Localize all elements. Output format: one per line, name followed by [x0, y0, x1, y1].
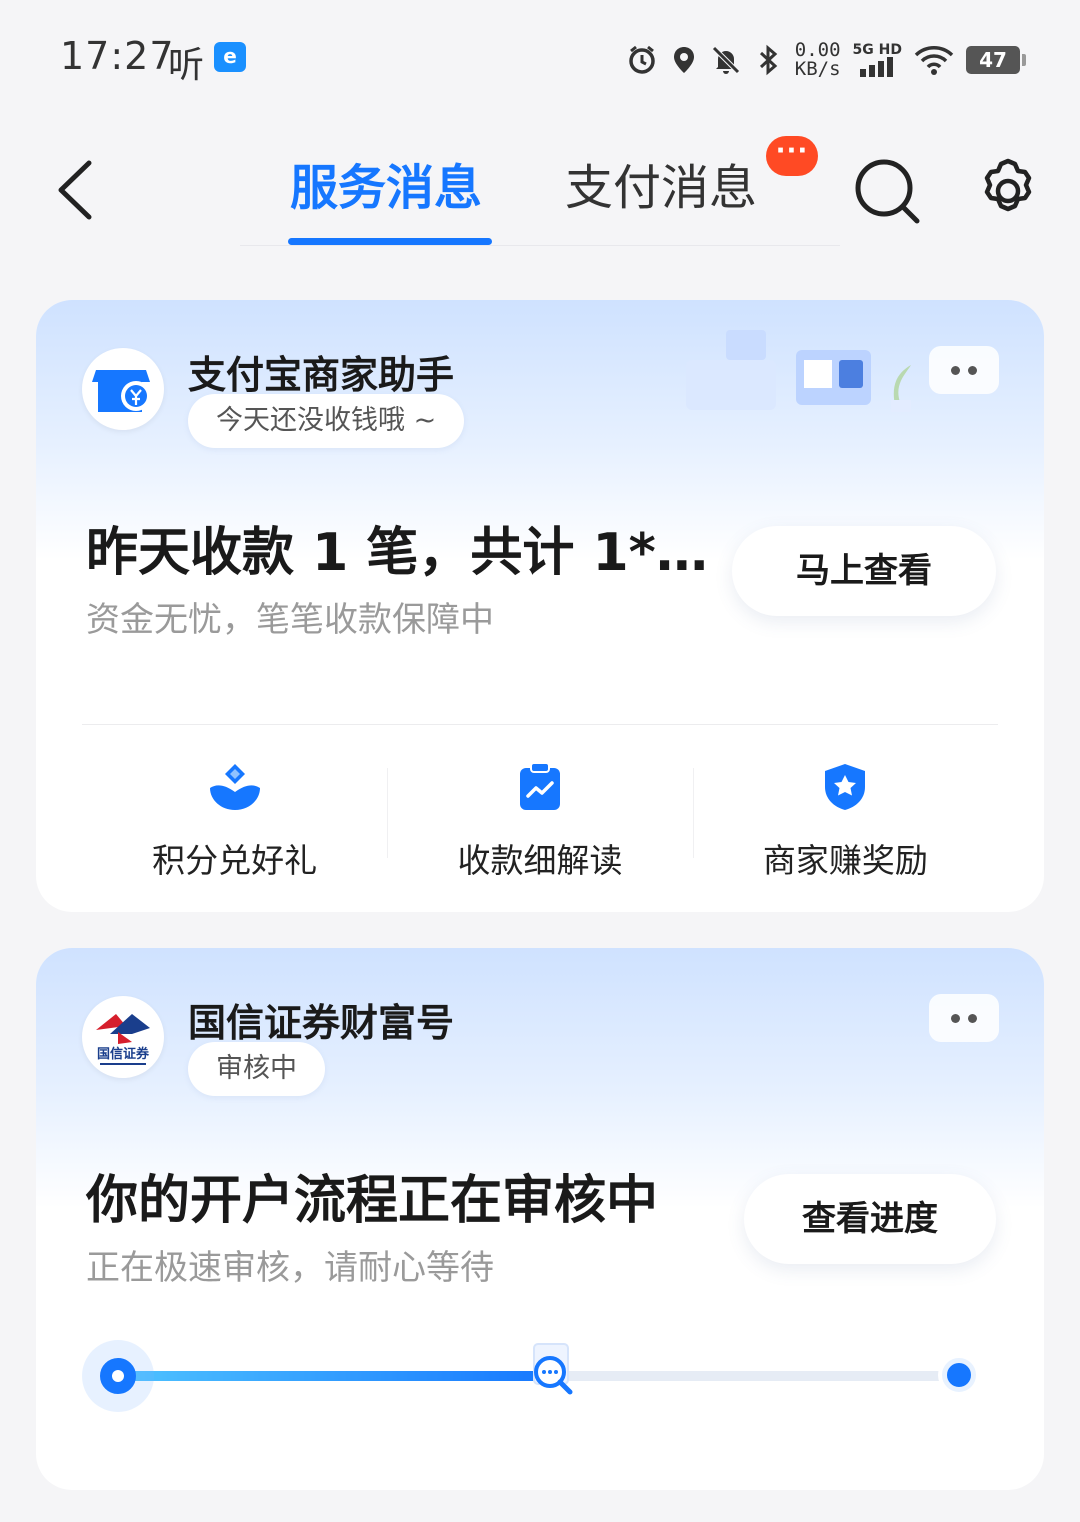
listen-indicator: 听: [168, 45, 205, 86]
more-dot: [968, 365, 977, 375]
card-divider: [82, 724, 998, 725]
card-title: 国信证券财富号: [188, 1001, 455, 1045]
shortcut-label: 收款细解读: [457, 841, 623, 880]
tab-service-messages[interactable]: 服务消息: [290, 148, 482, 218]
card-subline: 正在极速审核，请耐心等待: [86, 1248, 494, 1288]
review-progress-bar: [82, 1336, 998, 1416]
gear-icon: [984, 158, 1032, 212]
more-dot: [968, 1013, 977, 1023]
svg-text:国信证券: 国信证券: [97, 1046, 150, 1062]
location-icon: [669, 45, 699, 75]
bluetooth-icon: [753, 44, 783, 76]
signal-group: 5G HD: [853, 43, 902, 77]
status-bar: 17:27 听 e 0.00 KB/s 5G HD 47: [0, 0, 1080, 110]
more-options-button[interactable]: [929, 994, 999, 1042]
progress-end-node: [942, 1358, 976, 1392]
search-button[interactable]: [852, 156, 922, 226]
signal-icon: [860, 57, 894, 77]
progress-start-dot: [100, 1358, 136, 1394]
card-tag: 审核中: [188, 1042, 325, 1096]
tab-payment-messages[interactable]: 支付消息: [565, 148, 757, 218]
battery-icon: 47: [966, 46, 1026, 74]
wifi-icon: [914, 45, 954, 75]
merchant-assistant-avatar: [82, 348, 164, 430]
card-title: 支付宝商家助手: [188, 353, 455, 397]
more-dot: [951, 365, 960, 375]
review-search-icon: [533, 1343, 573, 1395]
header: 服务消息 支付消息 ···: [0, 120, 1080, 260]
net-speed: 0.00 KB/s: [795, 41, 841, 79]
shortcut-label: 积分兑好礼: [152, 841, 318, 880]
more-options-button[interactable]: [929, 346, 999, 394]
card-headline: 你的开户流程正在审核中: [86, 1171, 659, 1231]
shortcut-row: 积分兑好礼 收款细解读 商家赚奖励: [82, 740, 998, 880]
shop-yuan-icon: [92, 370, 151, 412]
guosen-securities-card[interactable]: 国信证券 国信证券财富号 审核中 你的开户流程正在审核中 正在极速审核，请耐心等…: [36, 948, 1044, 1490]
guosen-logo-icon: 国信证券: [96, 1014, 150, 1065]
star-shield-icon: [818, 762, 872, 812]
cashier-illustration: [686, 330, 911, 412]
search-icon: [855, 159, 920, 224]
active-tab-indicator: [288, 238, 492, 245]
view-now-button[interactable]: 马上查看: [732, 526, 996, 616]
back-arrow-icon: [58, 160, 92, 220]
status-icons: 0.00 KB/s 5G HD 47: [627, 38, 1026, 82]
gift-icon: [208, 762, 262, 812]
net-speed-unit: KB/s: [794, 58, 841, 80]
more-dot: [951, 1013, 960, 1023]
progress-start-node: [82, 1340, 154, 1412]
card-subline: 资金无忧，笔笔收款保障中: [86, 600, 494, 640]
tab-divider: [240, 245, 840, 246]
payment-messages-badge: ···: [766, 136, 818, 176]
shortcut-payment-analysis[interactable]: 收款细解读: [387, 740, 692, 880]
app-notification-icon: e: [214, 42, 246, 72]
network-type: 5G HD: [852, 42, 902, 58]
mute-icon: [711, 45, 741, 75]
chart-clipboard-icon: [513, 762, 567, 812]
view-progress-button[interactable]: 查看进度: [744, 1174, 996, 1264]
merchant-assistant-card[interactable]: 支付宝商家助手 今天还没收钱哦 ~ 昨天收款 1 笔，共计 1*… 资金无忧，笔…: [36, 300, 1044, 912]
shortcut-merchant-rewards[interactable]: 商家赚奖励: [692, 740, 998, 880]
shortcut-label: 商家赚奖励: [762, 841, 928, 880]
card-headline: 昨天收款 1 笔，共计 1*…: [86, 523, 708, 583]
progress-fill: [118, 1371, 555, 1381]
alarm-icon: [627, 45, 657, 75]
settings-button[interactable]: [974, 156, 1042, 226]
status-time: 17:27: [60, 34, 175, 78]
guosen-securities-avatar: 国信证券: [82, 996, 164, 1078]
shortcut-points-gifts[interactable]: 积分兑好礼: [82, 740, 387, 880]
card-tag: 今天还没收钱哦 ~: [188, 394, 465, 448]
back-button[interactable]: [40, 150, 110, 230]
